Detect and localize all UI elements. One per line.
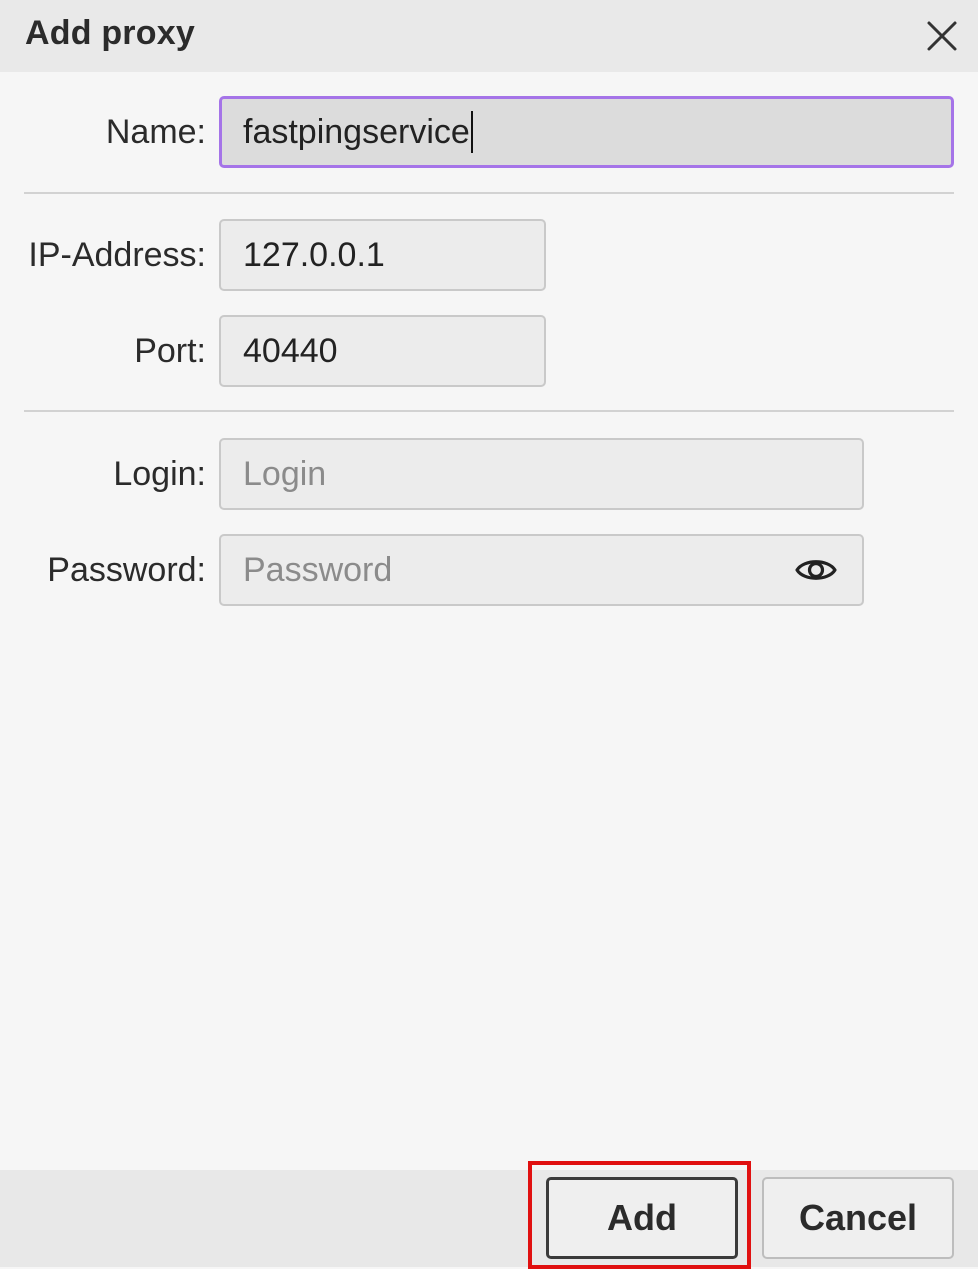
ip-address-input[interactable]: 127.0.0.1 — [219, 219, 546, 291]
close-icon[interactable] — [918, 14, 964, 60]
eye-icon[interactable] — [794, 550, 838, 590]
dialog-title: Add proxy — [25, 14, 195, 52]
dialog-titlebar: Add proxy — [0, 0, 978, 72]
password-input[interactable]: Password — [219, 534, 864, 606]
login-label: Login: — [113, 455, 206, 493]
text-caret — [470, 111, 473, 153]
login-placeholder: Login — [243, 454, 327, 493]
name-label: Name: — [105, 113, 206, 151]
name-input[interactable]: fastpingservice — [219, 96, 954, 168]
port-label: Port: — [134, 332, 206, 370]
password-label: Password: — [47, 551, 206, 589]
ip-address-label: IP-Address: — [28, 236, 206, 274]
cancel-button[interactable]: Cancel — [762, 1177, 954, 1259]
name-input-value: fastpingservice — [243, 112, 470, 151]
dialog-footer: Add Cancel — [0, 1170, 978, 1267]
port-input[interactable]: 40440 — [219, 315, 546, 387]
divider — [24, 410, 954, 412]
login-input[interactable]: Login — [219, 438, 864, 510]
port-value: 40440 — [243, 331, 338, 370]
password-placeholder: Password — [243, 550, 393, 589]
add-button[interactable]: Add — [546, 1177, 738, 1259]
divider — [24, 192, 954, 194]
ip-address-value: 127.0.0.1 — [243, 235, 385, 274]
